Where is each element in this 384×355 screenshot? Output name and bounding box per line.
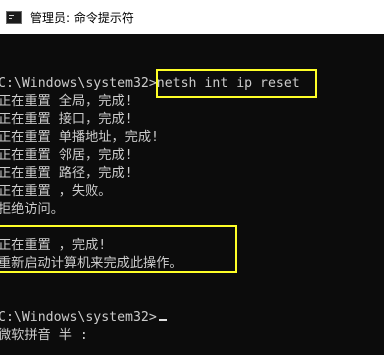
ime-status: 微软拼音 半 : [0,328,88,343]
result-highlight-box [0,225,237,273]
output-line: 正在重置 接口，完成! [0,112,133,127]
title-bar[interactable]: 管理员: 命令提示符 [0,0,384,34]
output-line: 正在重置 单播地址，完成! [0,130,159,145]
command-highlight-box [156,69,317,98]
output-line: 正在重置 路径，完成! [0,166,133,181]
scrollbar-track[interactable] [376,34,384,355]
command-prompt-window: 管理员: 命令提示符 C:\Windows\system32>netsh int… [0,0,384,355]
output-line: 正在重置 全局，完成! [0,94,133,109]
output-line: 正在重置 ，失败。 [0,184,112,199]
prompt-line[interactable]: C:\Windows\system32> [0,309,167,327]
cmd-icon [6,10,22,24]
prompt-text: C:\Windows\system32> [0,310,157,325]
console-output[interactable]: C:\Windows\system32>netsh int ip reset 正… [0,34,384,355]
window-title: 管理员: 命令提示符 [30,10,134,25]
prompt-text: C:\Windows\system32> [0,76,157,91]
output-line: 正在重置 邻居，完成! [0,148,133,163]
text-cursor [158,319,167,321]
output-line: 拒绝访问。 [0,202,64,217]
